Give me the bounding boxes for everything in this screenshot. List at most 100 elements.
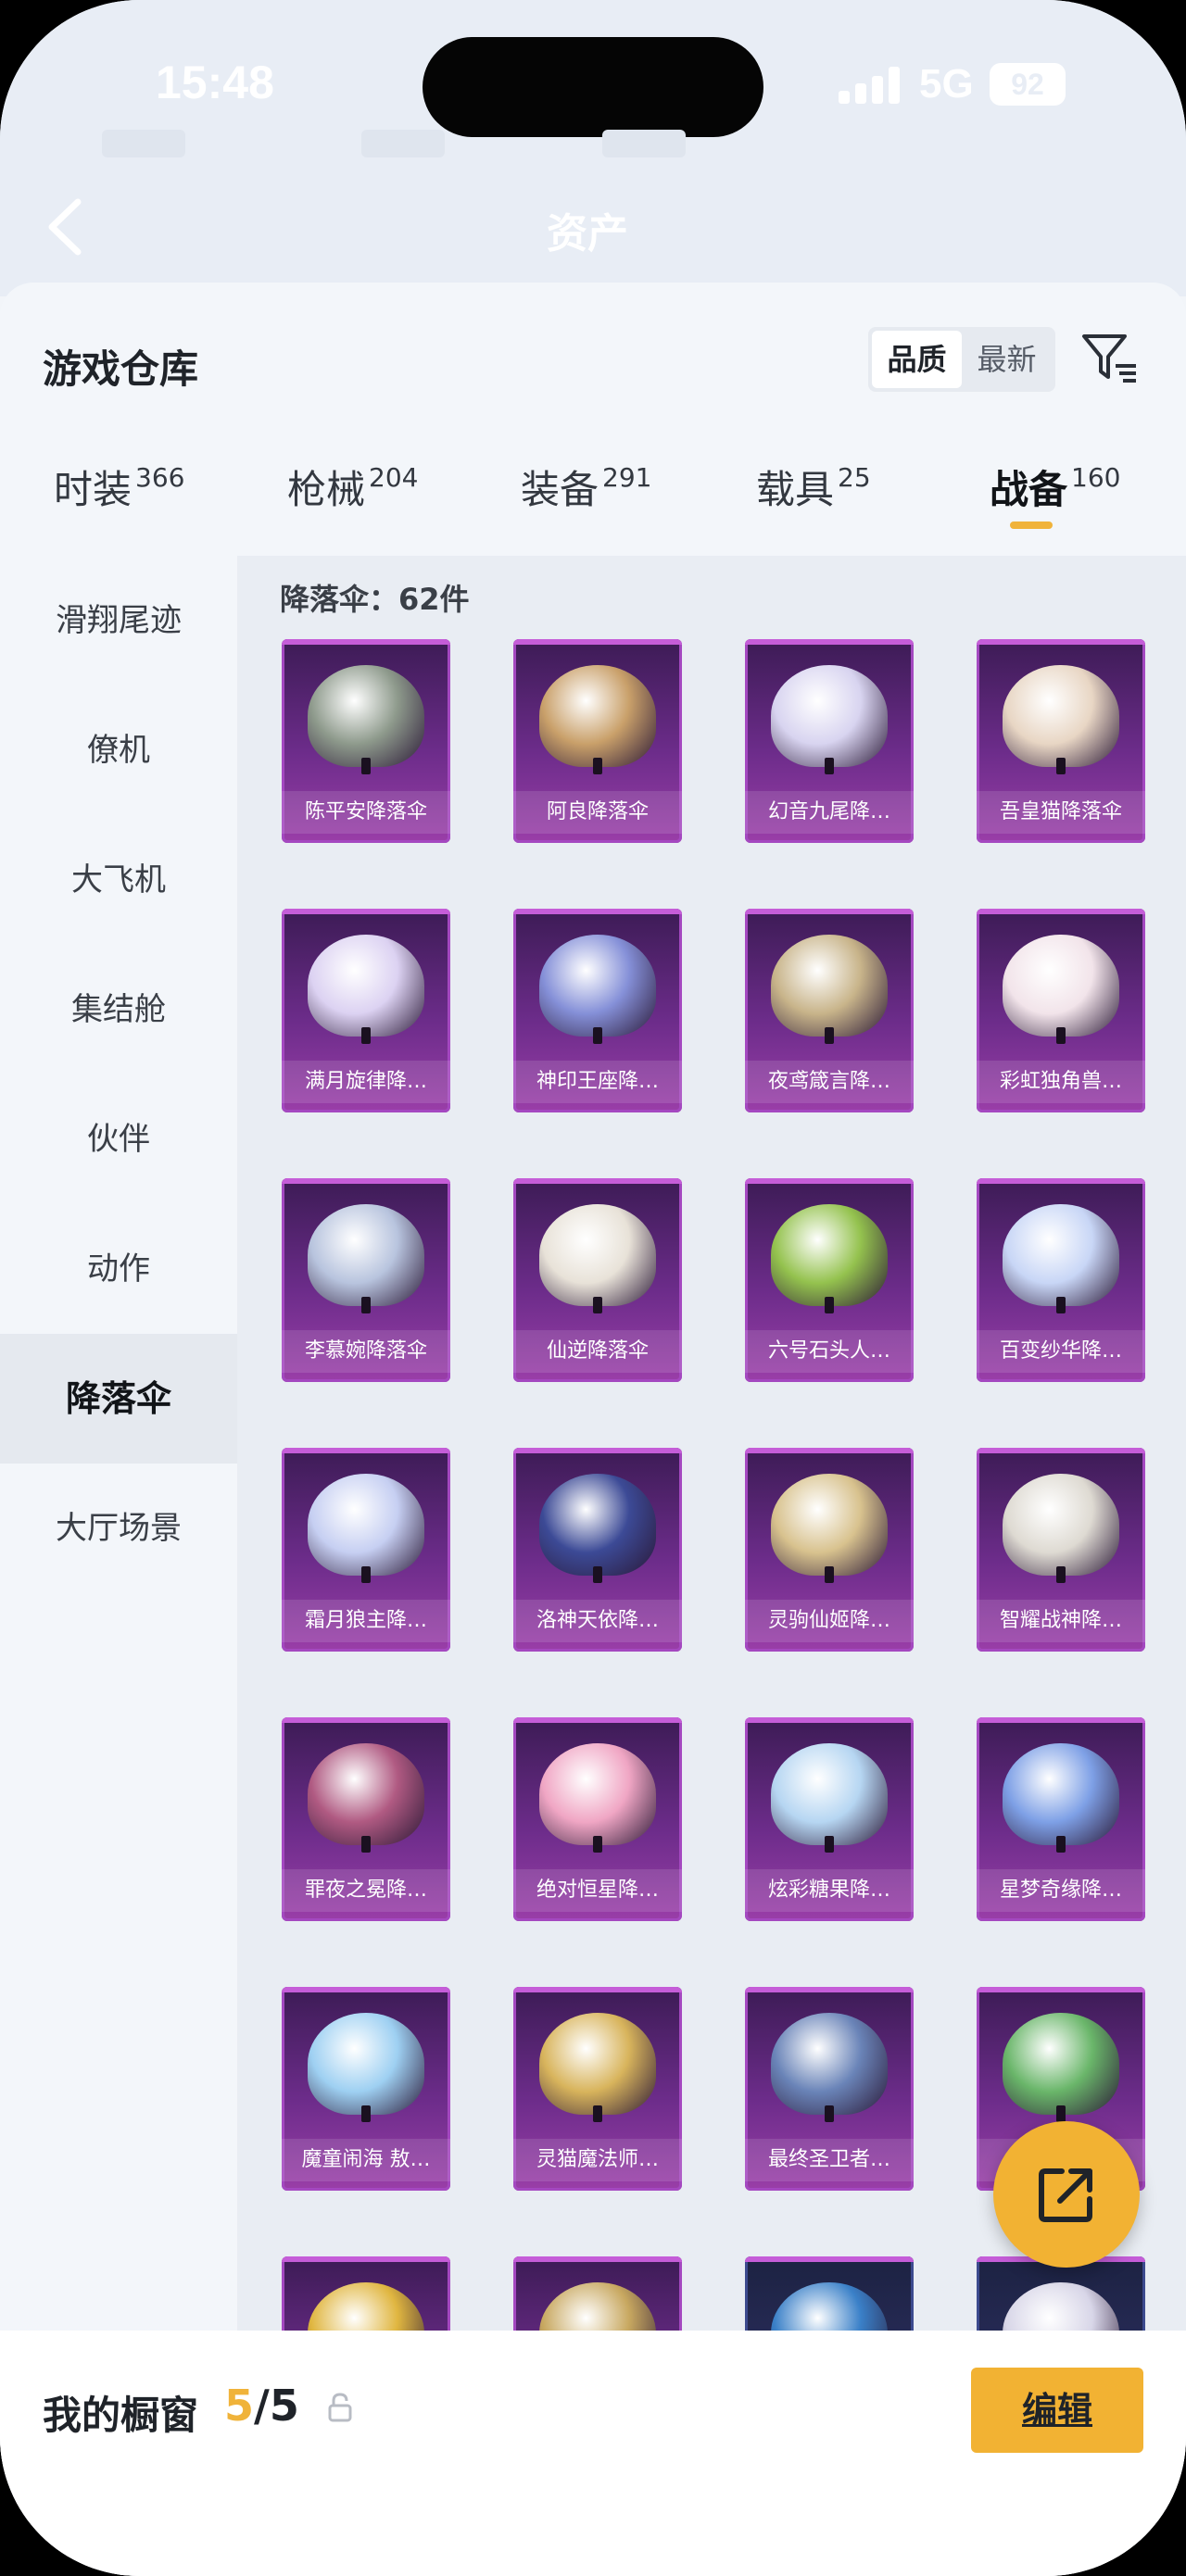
parachute-image <box>771 2013 888 2122</box>
parachute-card[interactable]: 李慕婉降落伞 <box>282 1178 450 1382</box>
tab-equipment[interactable]: 装备 291 <box>521 459 651 560</box>
category-tabs: 时装 366 枪械 204 装备 291 载具 25 战备 160 <box>0 459 1186 560</box>
tab-count: 25 <box>838 462 871 493</box>
card-name: 洛神天依降… <box>513 1600 682 1642</box>
background-tabs <box>83 130 1103 167</box>
back-arrow-icon[interactable] <box>41 195 96 259</box>
parachute-image <box>1003 2013 1119 2122</box>
sidebar-item-glide-trail[interactable]: 滑翔尾迹 <box>0 556 237 685</box>
parachute-image <box>539 1204 656 1313</box>
card-name: 最终圣卫者… <box>745 2139 914 2181</box>
showcase-bar: 我的橱窗 5/5 编辑 <box>0 2331 1186 2576</box>
card-rarity-stripe <box>282 1448 450 1453</box>
card-name: 灵驹仙姬降… <box>745 1600 914 1642</box>
card-name: 炫彩糖果降… <box>745 1869 914 1912</box>
parachute-image <box>1003 665 1119 774</box>
card-rarity-stripe <box>282 639 450 645</box>
card-rarity-stripe <box>745 1448 914 1453</box>
sidebar-item-big-plane[interactable]: 大飞机 <box>0 815 237 945</box>
card-rarity-stripe <box>745 909 914 914</box>
parachute-card[interactable]: 魔童闹海 敖… <box>282 1987 450 2191</box>
parachute-card[interactable]: 六号石头人… <box>745 1178 914 1382</box>
card-name: 陈平安降落伞 <box>282 791 450 834</box>
parachute-card[interactable]: 绝对恒星降… <box>513 1717 682 1921</box>
sort-option-quality[interactable]: 品质 <box>872 331 962 388</box>
tab-label: 枪械 <box>287 467 366 512</box>
sidebar-item-wingman[interactable]: 僚机 <box>0 685 237 815</box>
card-rarity-stripe <box>745 1178 914 1184</box>
sidebar-item-emote[interactable]: 动作 <box>0 1204 237 1334</box>
parachute-image <box>539 1474 656 1583</box>
parachute-card[interactable]: 彩虹独角兽… <box>977 909 1145 1112</box>
battery-icon: 92 <box>990 63 1066 106</box>
network-label: 5G <box>919 61 974 107</box>
parachute-card[interactable]: 神印王座降… <box>513 909 682 1112</box>
parachute-card[interactable]: 最终圣卫者… <box>745 1987 914 2191</box>
card-rarity-stripe <box>513 1717 682 1723</box>
tab-count: 204 <box>369 462 419 493</box>
item-grid: 降落伞：62件 陈平安降落伞 阿良降落伞 幻音九尾降… 吾皇猫降落伞满月旋律降… 神印王… <box>237 556 1186 2334</box>
parachute-card[interactable]: 幻音九尾降… <box>745 639 914 843</box>
sidebar-item-parachute[interactable]: 降落伞 <box>0 1334 237 1464</box>
parachute-card[interactable]: 霜月狼主降… <box>282 1448 450 1652</box>
card-name: 霜月狼主降… <box>282 1600 450 1642</box>
parachute-card[interactable]: 夜鸢箴言降… <box>745 909 914 1112</box>
grid-heading: 降落伞：62件 <box>280 582 470 617</box>
card-rarity-stripe <box>513 2256 682 2262</box>
parachute-card[interactable]: 满月旋律降… <box>282 909 450 1112</box>
tab-label: 载具 <box>756 467 835 512</box>
parachute-image <box>308 1474 424 1583</box>
card-name: 幻音九尾降… <box>745 791 914 834</box>
card-name: 星梦奇缘降… <box>977 1869 1145 1912</box>
tab-vehicles[interactable]: 载具 25 <box>756 459 871 560</box>
parachute-card[interactable]: 百变纱华降… <box>977 1178 1145 1382</box>
sort-option-newest[interactable]: 最新 <box>962 331 1052 388</box>
showcase-label: 我的橱窗 <box>43 2393 199 2438</box>
share-fab[interactable] <box>993 2121 1140 2268</box>
parachute-image <box>1003 1743 1119 1853</box>
tab-label: 时装 <box>54 467 132 512</box>
parachute-card[interactable]: 灵驹仙姬降… <box>745 1448 914 1652</box>
page-title: 资产 <box>547 210 628 258</box>
parachute-card[interactable]: 智耀战神降… <box>977 1448 1145 1652</box>
parachute-image <box>308 665 424 774</box>
card-rarity-stripe <box>282 1178 450 1184</box>
background-header: 15:48 5G 92 资产 <box>0 0 1186 296</box>
card-rarity-stripe <box>977 639 1145 645</box>
card-name: 阿良降落伞 <box>513 791 682 834</box>
filter-icon[interactable] <box>1079 327 1140 388</box>
tab-weapons[interactable]: 枪械 204 <box>287 459 418 560</box>
sidebar-item-companion[interactable]: 伙伴 <box>0 1074 237 1204</box>
parachute-image <box>539 2013 656 2122</box>
edit-button[interactable]: 编辑 <box>971 2368 1143 2453</box>
parachute-card[interactable]: 阿良降落伞 <box>513 639 682 843</box>
parachute-image <box>771 1743 888 1853</box>
sidebar-item-lobby-scene[interactable]: 大厅场景 <box>0 1464 237 1593</box>
parachute-card[interactable]: 洛神天依降… <box>513 1448 682 1652</box>
tab-combat-gear[interactable]: 战备 160 <box>990 459 1120 560</box>
tab-count: 160 <box>1071 462 1121 493</box>
card-rarity-stripe <box>745 1987 914 1992</box>
parachute-card[interactable]: 仙逆降落伞 <box>513 1178 682 1382</box>
card-name: 魔童闹海 敖… <box>282 2139 450 2181</box>
parachute-card[interactable]: 吾皇猫降落伞 <box>977 639 1145 843</box>
parachute-card[interactable]: 陈平安降落伞 <box>282 639 450 843</box>
phone-screen: 15:48 5G 92 资产 游戏仓库 品质 最新 时装 366 枪械 204 … <box>0 0 1186 2576</box>
parachute-card[interactable] <box>745 2256 914 2334</box>
parachute-card[interactable]: 罪夜之冕降… <box>282 1717 450 1921</box>
parachute-card[interactable]: 炫彩糖果降… <box>745 1717 914 1921</box>
sidebar: 滑翔尾迹 僚机 大飞机 集结舱 伙伴 动作 降落伞 大厅场景 <box>0 556 237 2334</box>
parachute-card[interactable] <box>513 2256 682 2334</box>
sidebar-item-assembly-pod[interactable]: 集结舱 <box>0 945 237 1074</box>
parachute-card[interactable] <box>977 2256 1145 2334</box>
card-rarity-stripe <box>977 1717 1145 1723</box>
tab-fashion[interactable]: 时装 366 <box>54 459 184 560</box>
sort-toggle: 品质 最新 <box>868 327 1055 392</box>
parachute-image <box>771 1204 888 1313</box>
parachute-card[interactable]: 星梦奇缘降… <box>977 1717 1145 1921</box>
tab-count: 291 <box>602 462 652 493</box>
card-rarity-stripe <box>513 909 682 914</box>
card-name: 仙逆降落伞 <box>513 1330 682 1373</box>
parachute-card[interactable]: 灵猫魔法师… <box>513 1987 682 2191</box>
parachute-card[interactable] <box>282 2256 450 2334</box>
